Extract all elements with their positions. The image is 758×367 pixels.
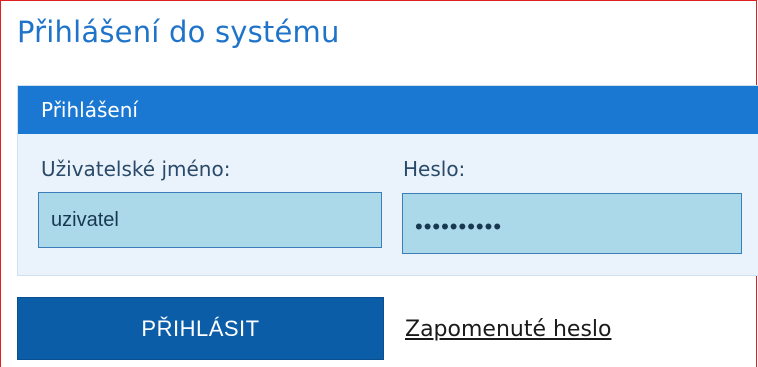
password-label: Heslo: (403, 157, 466, 181)
username-label: Uživatelské jméno: (41, 157, 231, 181)
page-title: Přihlášení do systému (17, 15, 340, 49)
login-panel: Přihlášení Uživatelské jméno: Heslo: (17, 85, 758, 276)
password-input[interactable] (402, 193, 742, 254)
login-panel-header: Přihlášení (18, 86, 758, 134)
forgot-password-link[interactable]: Zapomenuté heslo (405, 317, 612, 342)
login-button[interactable]: PŘIHLÁSIT (17, 297, 384, 360)
page-frame: Přihlášení do systému Přihlášení Uživate… (0, 0, 758, 367)
username-input[interactable] (38, 192, 382, 248)
